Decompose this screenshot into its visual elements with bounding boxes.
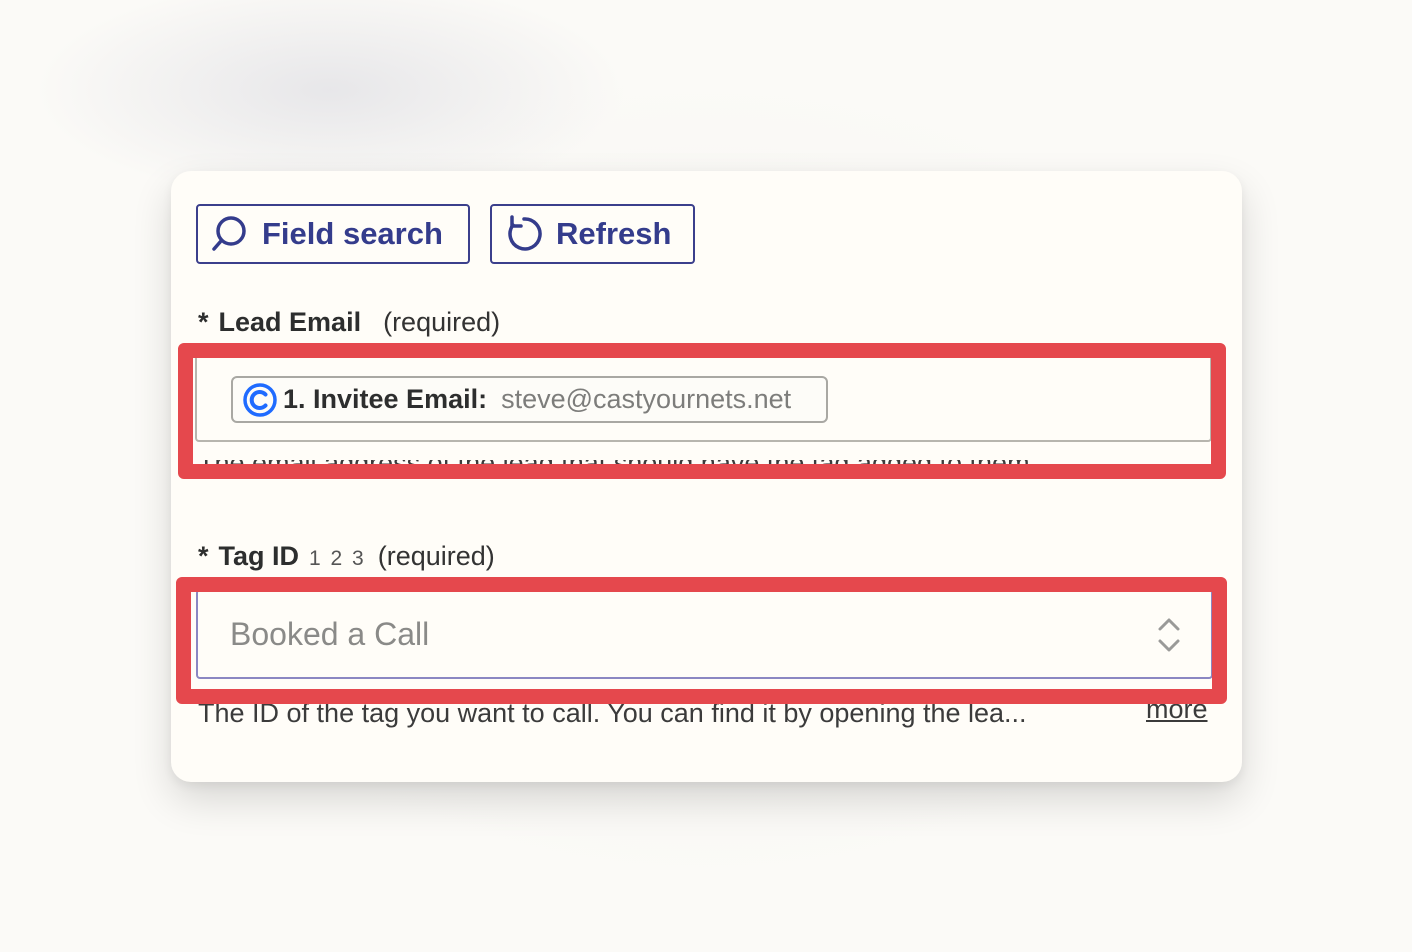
search-icon bbox=[212, 216, 246, 251]
tag-id-select[interactable]: Booked a Call bbox=[196, 589, 1213, 679]
lead-email-hint: The email address of the lead that shoul… bbox=[198, 460, 1038, 478]
chevron-up-down-icon bbox=[1158, 618, 1180, 652]
lead-email-name: Lead Email bbox=[218, 307, 362, 337]
required-asterisk: * bbox=[198, 307, 209, 337]
number-type-indicator: 1 2 3 bbox=[309, 547, 366, 570]
invitee-email-chip[interactable]: 1. Invitee Email: steve@castyournets.net bbox=[231, 376, 828, 423]
field-search-button[interactable]: Field search bbox=[196, 204, 470, 264]
more-link[interactable]: more bbox=[1146, 694, 1208, 725]
tag-id-name: Tag ID bbox=[218, 541, 300, 571]
lead-email-required: (required) bbox=[383, 307, 501, 337]
tag-id-value: Booked a Call bbox=[230, 615, 430, 652]
tag-id-label: * Tag ID 1 2 3 (required) bbox=[198, 541, 495, 572]
chip-value: steve@castyournets.net bbox=[501, 384, 792, 414]
tag-id-hint: The ID of the tag you want to call. You … bbox=[198, 698, 1027, 728]
refresh-button[interactable]: Refresh bbox=[490, 204, 695, 264]
refresh-icon bbox=[508, 215, 542, 251]
calendly-logo-icon bbox=[243, 382, 277, 417]
tag-id-required: (required) bbox=[377, 541, 495, 571]
lead-email-field[interactable]: 1. Invitee Email: steve@castyournets.net bbox=[195, 354, 1212, 442]
field-search-label: Field search bbox=[262, 216, 443, 251]
chip-key: 1. Invitee Email: bbox=[283, 384, 488, 414]
required-asterisk: * bbox=[198, 541, 209, 571]
refresh-label: Refresh bbox=[556, 216, 672, 251]
field-editor-card: Field search Refresh * Lead Email (requi… bbox=[171, 171, 1242, 782]
lead-email-label: * Lead Email (required) bbox=[198, 307, 500, 338]
